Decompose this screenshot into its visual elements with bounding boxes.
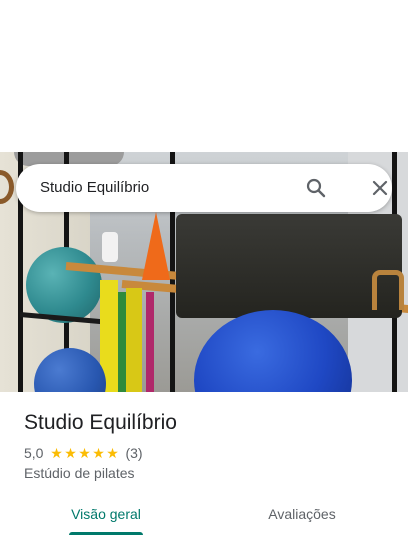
place-title: Studio Equilíbrio: [24, 411, 177, 434]
star-icon: ★: [78, 445, 91, 461]
star-icon: ★: [64, 445, 77, 461]
rating-row[interactable]: 5,0 ★ ★ ★ ★ ★ (3): [24, 443, 143, 463]
photo-cone: [142, 212, 170, 280]
place-category[interactable]: Estúdio de pilates: [24, 463, 135, 483]
close-icon[interactable]: [368, 176, 392, 200]
star-icon: ★: [50, 445, 63, 461]
star-icon: ★: [106, 445, 119, 461]
rating-value: 5,0: [24, 445, 44, 461]
search-bar[interactable]: Studio Equilíbrio: [16, 164, 392, 212]
photo-band: [118, 292, 126, 392]
photo-chair: [372, 270, 404, 310]
tab-bar: Visão geral Avaliações: [0, 496, 408, 536]
tab-overview[interactable]: Visão geral: [56, 496, 156, 536]
search-input[interactable]: Studio Equilíbrio: [40, 178, 149, 198]
photo-bottle: [102, 232, 118, 262]
tab-selected-indicator: [69, 532, 143, 535]
search-icon[interactable]: [304, 176, 328, 200]
photo-blue-ball: [194, 310, 352, 392]
rating-stars: ★ ★ ★ ★ ★: [49, 446, 119, 460]
review-count[interactable]: (3): [125, 445, 142, 461]
blank-area: [0, 0, 408, 152]
photo-foam-block: [176, 214, 402, 318]
tab-reviews[interactable]: Avaliações: [250, 496, 354, 536]
photo-band: [146, 292, 154, 392]
photo-teal-ball: [26, 247, 102, 323]
photo-band: [126, 288, 142, 392]
star-icon: ★: [92, 445, 105, 461]
